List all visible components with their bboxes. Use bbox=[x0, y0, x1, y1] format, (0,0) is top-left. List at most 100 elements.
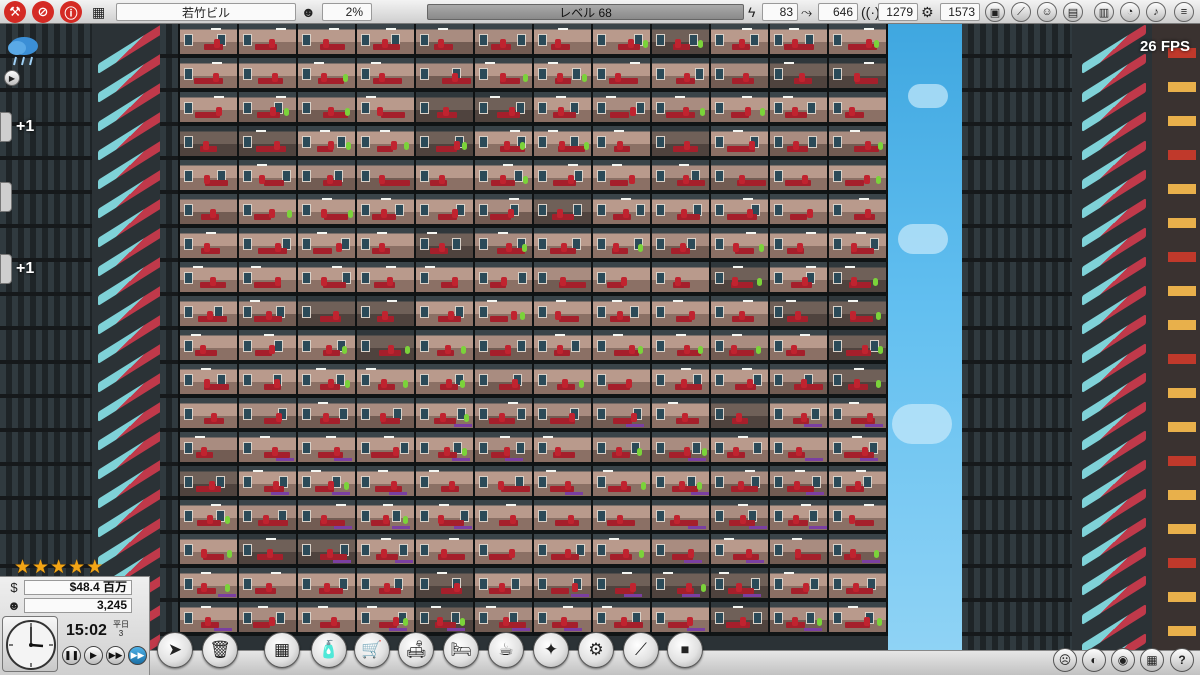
office-room[interactable] bbox=[239, 92, 298, 126]
office-room[interactable] bbox=[416, 296, 475, 330]
office-room[interactable] bbox=[180, 228, 239, 262]
office-room[interactable] bbox=[711, 194, 770, 228]
office-room[interactable] bbox=[711, 262, 770, 296]
office-room[interactable] bbox=[652, 330, 711, 364]
office-room[interactable] bbox=[180, 500, 239, 534]
office-room[interactable] bbox=[829, 398, 888, 432]
office-room[interactable] bbox=[593, 398, 652, 432]
office-room[interactable] bbox=[180, 364, 239, 398]
office-room[interactable] bbox=[298, 330, 357, 364]
office-room[interactable] bbox=[357, 330, 416, 364]
office-room[interactable] bbox=[534, 228, 593, 262]
right-residential-column[interactable] bbox=[1152, 24, 1200, 650]
cancel-icon[interactable]: ⊘ bbox=[32, 1, 54, 23]
office-room[interactable] bbox=[711, 126, 770, 160]
office-room[interactable] bbox=[180, 58, 239, 92]
office-room[interactable] bbox=[770, 568, 829, 602]
office-room[interactable] bbox=[357, 466, 416, 500]
office-room[interactable] bbox=[298, 602, 357, 636]
office-room[interactable] bbox=[593, 364, 652, 398]
office-room[interactable] bbox=[593, 330, 652, 364]
office-room[interactable] bbox=[180, 602, 239, 636]
office-room[interactable] bbox=[475, 330, 534, 364]
right-escalator-shaft[interactable] bbox=[1072, 24, 1152, 650]
building-name-field[interactable]: 若竹ビル bbox=[116, 3, 296, 21]
office-room[interactable] bbox=[829, 160, 888, 194]
office-room[interactable] bbox=[180, 160, 239, 194]
office-room[interactable] bbox=[593, 568, 652, 602]
office-room[interactable] bbox=[829, 92, 888, 126]
pause-button[interactable]: ❚❚ bbox=[62, 646, 81, 665]
office-room[interactable] bbox=[416, 24, 475, 58]
office-room[interactable] bbox=[770, 58, 829, 92]
office-room[interactable] bbox=[475, 160, 534, 194]
office-room[interactable] bbox=[711, 228, 770, 262]
office-room[interactable] bbox=[829, 466, 888, 500]
office-room[interactable] bbox=[475, 262, 534, 296]
office-room[interactable] bbox=[357, 534, 416, 568]
office-room[interactable] bbox=[416, 228, 475, 262]
office-room[interactable] bbox=[652, 126, 711, 160]
office-room[interactable] bbox=[534, 534, 593, 568]
office-room[interactable] bbox=[593, 126, 652, 160]
office-room[interactable] bbox=[239, 58, 298, 92]
office-room[interactable] bbox=[239, 568, 298, 602]
office-room[interactable] bbox=[829, 500, 888, 534]
office-room[interactable] bbox=[475, 58, 534, 92]
office-room[interactable] bbox=[416, 364, 475, 398]
chart-line-icon[interactable]: ⟋ bbox=[1011, 2, 1031, 22]
office-room[interactable] bbox=[180, 534, 239, 568]
office-room[interactable] bbox=[534, 602, 593, 636]
contrast-icon[interactable]: ◐ bbox=[1082, 648, 1106, 672]
office-room[interactable] bbox=[298, 364, 357, 398]
office-room[interactable] bbox=[357, 58, 416, 92]
office-room[interactable] bbox=[770, 296, 829, 330]
office-room[interactable] bbox=[475, 568, 534, 602]
office-room[interactable] bbox=[770, 466, 829, 500]
office-room[interactable] bbox=[770, 92, 829, 126]
office-room[interactable] bbox=[239, 228, 298, 262]
office-room[interactable] bbox=[593, 602, 652, 636]
help-icon[interactable]: ? bbox=[1170, 648, 1194, 672]
office-room[interactable] bbox=[829, 432, 888, 466]
office-room[interactable] bbox=[770, 534, 829, 568]
office-room[interactable] bbox=[475, 194, 534, 228]
office-room[interactable] bbox=[298, 500, 357, 534]
office-room[interactable] bbox=[534, 364, 593, 398]
office-room[interactable] bbox=[711, 568, 770, 602]
expand-panel-icon[interactable]: ▶ bbox=[4, 70, 20, 86]
office-room[interactable] bbox=[298, 228, 357, 262]
office-room[interactable] bbox=[593, 296, 652, 330]
office-room[interactable] bbox=[593, 262, 652, 296]
office-room[interactable] bbox=[770, 228, 829, 262]
office-room[interactable] bbox=[180, 262, 239, 296]
office-room[interactable] bbox=[593, 534, 652, 568]
office-room[interactable] bbox=[652, 228, 711, 262]
office-room[interactable] bbox=[239, 364, 298, 398]
office-room[interactable] bbox=[180, 466, 239, 500]
office-room[interactable] bbox=[416, 466, 475, 500]
office-room[interactable] bbox=[180, 296, 239, 330]
office-room[interactable] bbox=[711, 330, 770, 364]
office-room[interactable] bbox=[829, 330, 888, 364]
side-tab-1[interactable] bbox=[0, 112, 12, 142]
office-room[interactable] bbox=[239, 432, 298, 466]
office-room[interactable] bbox=[534, 568, 593, 602]
office-room[interactable] bbox=[534, 24, 593, 58]
office-room[interactable] bbox=[829, 296, 888, 330]
office-room[interactable] bbox=[416, 126, 475, 160]
office-room[interactable] bbox=[593, 228, 652, 262]
office-room[interactable] bbox=[652, 466, 711, 500]
office-room[interactable] bbox=[239, 534, 298, 568]
office-room[interactable] bbox=[711, 24, 770, 58]
office-room[interactable] bbox=[416, 500, 475, 534]
office-room[interactable] bbox=[711, 534, 770, 568]
office-room[interactable] bbox=[416, 330, 475, 364]
office-room[interactable] bbox=[770, 194, 829, 228]
office-room[interactable] bbox=[239, 296, 298, 330]
office-room[interactable] bbox=[829, 534, 888, 568]
office-room[interactable] bbox=[180, 568, 239, 602]
office-room[interactable] bbox=[534, 398, 593, 432]
side-tab-2[interactable] bbox=[0, 182, 12, 212]
office-room[interactable] bbox=[652, 262, 711, 296]
